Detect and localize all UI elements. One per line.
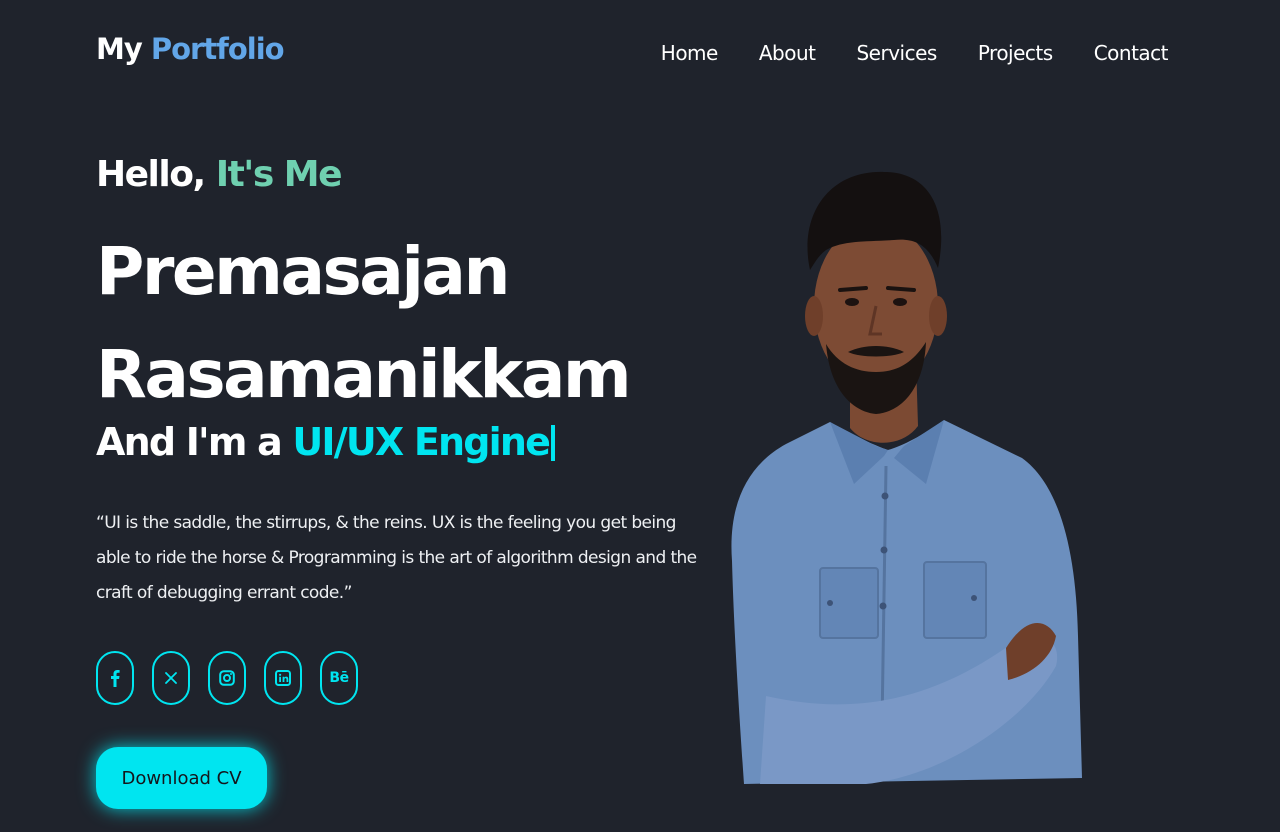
hero-role: And I'm a UI/UX Engine [96, 420, 556, 464]
typing-cursor [551, 425, 556, 461]
portfolio-page: My Portfolio Home About Services Project… [0, 0, 1280, 832]
nav-contact[interactable]: Contact [1094, 38, 1169, 68]
behance-icon: Bē [329, 670, 349, 686]
role-prefix: And I'm a [96, 420, 283, 464]
nav-services[interactable]: Services [856, 38, 937, 68]
instagram-icon [219, 670, 235, 686]
greeting-accent: It's Me [215, 154, 343, 195]
behance-link[interactable]: Bē [320, 651, 358, 705]
profile-photo [731, 171, 1082, 784]
social-links: Bē [96, 651, 358, 705]
facebook-link[interactable] [96, 651, 134, 705]
x-twitter-icon [165, 672, 177, 684]
name-line-2: Rasamanikkam [96, 336, 632, 413]
hero-greeting: Hello, It's Me [96, 154, 343, 195]
greeting-prefix: Hello, [96, 154, 206, 195]
hero-quote: “UI is the saddle, the stirrups, & the r… [96, 513, 697, 603]
logo-prefix: My [96, 32, 143, 66]
instagram-link[interactable] [208, 651, 246, 705]
logo-accent: Portfolio [150, 32, 285, 66]
nav-home[interactable]: Home [661, 38, 719, 68]
linkedin-icon [275, 670, 291, 686]
linkedin-link[interactable] [264, 651, 302, 705]
site-logo[interactable]: My Portfolio [96, 32, 285, 66]
role-typed-text: UI/UX Engine [292, 420, 551, 464]
facebook-icon [111, 670, 120, 687]
nav-projects[interactable]: Projects [978, 38, 1053, 68]
main-nav: Home About Services Projects Contact [661, 38, 1169, 68]
nav-about[interactable]: About [759, 38, 816, 68]
download-cv-button[interactable]: Download CV [96, 747, 267, 809]
name-line-1: Premasajan [96, 233, 510, 310]
x-twitter-link[interactable] [152, 651, 190, 705]
hero-name: Premasajan Rasamanikkam [96, 220, 632, 426]
